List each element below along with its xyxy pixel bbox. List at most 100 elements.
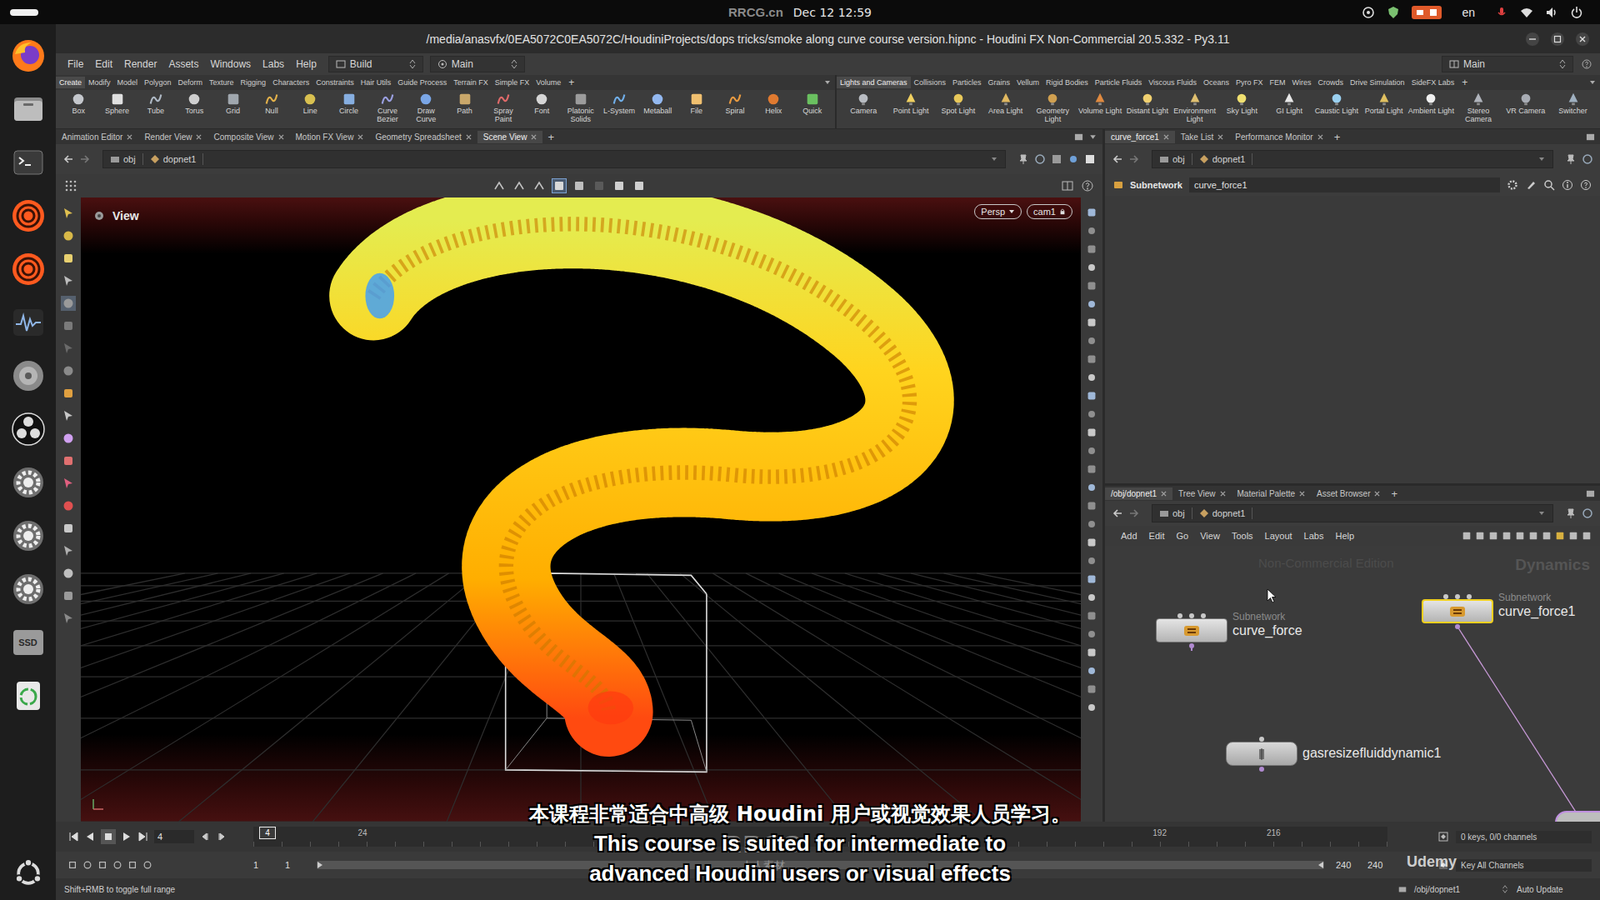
- network-menu-item[interactable]: Go: [1172, 530, 1194, 542]
- pane-tab[interactable]: Motion FX View: [290, 130, 370, 144]
- shelf-tab[interactable]: Texture: [205, 76, 238, 89]
- dropdown-icon[interactable]: [823, 78, 832, 87]
- shelf-tab[interactable]: Particle Fluids: [1091, 76, 1146, 89]
- drive-icon[interactable]: SSD: [13, 630, 44, 655]
- shelf-tool[interactable]: Caustic Light: [1313, 91, 1361, 127]
- network-menu-item[interactable]: Layout: [1260, 530, 1297, 542]
- tool-icon[interactable]: [60, 543, 76, 559]
- shelf-tool[interactable]: Spiral: [715, 91, 755, 127]
- microphone-icon[interactable]: [1495, 5, 1509, 20]
- shelf-tab[interactable]: Polygon: [140, 76, 175, 89]
- ubuntu-icon[interactable]: [11, 856, 45, 890]
- shelf-tool[interactable]: L-System: [600, 91, 639, 127]
- disk-icon[interactable]: [10, 357, 47, 395]
- dock-item[interactable]: [10, 197, 47, 235]
- display-option-icon[interactable]: [1085, 334, 1099, 348]
- close-tab-icon[interactable]: [530, 134, 537, 140]
- menu-item[interactable]: Help: [290, 56, 322, 72]
- shelf-tool[interactable]: Spray Paint: [484, 91, 523, 127]
- close-tab-icon[interactable]: [1217, 134, 1224, 140]
- pin-icon[interactable]: [1565, 507, 1577, 520]
- menu-item[interactable]: Render: [119, 56, 162, 72]
- settings-icon[interactable]: [10, 517, 47, 555]
- link-icon[interactable]: [1034, 153, 1046, 165]
- wifi-icon[interactable]: [1520, 5, 1534, 20]
- playback-start[interactable]: 1: [285, 860, 305, 870]
- shelf-tab[interactable]: Rigid Bodies: [1042, 76, 1092, 89]
- tool-icon[interactable]: [60, 453, 76, 469]
- shelf-tool[interactable]: Portal Light: [1360, 91, 1408, 127]
- shelf-tool[interactable]: Circle: [329, 91, 368, 127]
- tool-icon[interactable]: [60, 588, 76, 604]
- close-tab-icon[interactable]: [1299, 490, 1305, 497]
- pane-tab[interactable]: /obj/dopnet1: [1105, 487, 1173, 500]
- display-option-icon[interactable]: [1085, 297, 1099, 311]
- status-path[interactable]: /obj/dopnet1: [1414, 885, 1460, 895]
- help-icon[interactable]: [1080, 179, 1095, 193]
- pane-tab[interactable]: Composite View: [207, 130, 290, 144]
- menu-item[interactable]: Labs: [257, 56, 290, 72]
- snap-icon[interactable]: [612, 179, 626, 193]
- network-menu-item[interactable]: Edit: [1145, 530, 1170, 542]
- path-segment[interactable]: obj: [106, 153, 144, 165]
- tool-icon[interactable]: [60, 385, 76, 401]
- shelf-tab[interactable]: Model: [114, 76, 142, 89]
- network-tool-icon[interactable]: [1568, 530, 1579, 541]
- add-tab-button[interactable]: +: [542, 130, 560, 144]
- add-shelf-button[interactable]: +: [1457, 76, 1472, 89]
- files-icon[interactable]: [10, 90, 47, 128]
- grid-icon[interactable]: [1050, 153, 1063, 165]
- snap-icon[interactable]: [552, 179, 566, 193]
- dropdown-icon[interactable]: [1588, 78, 1597, 87]
- close-tab-icon[interactable]: [357, 134, 364, 140]
- shelf-tab[interactable]: SideFX Labs: [1408, 76, 1459, 89]
- network-node[interactable]: Subnetworkcurve_force: [1155, 610, 1303, 649]
- network-menu-item[interactable]: Add: [1116, 530, 1142, 542]
- network-tool-icon[interactable]: [1555, 530, 1565, 541]
- shelf-tool[interactable]: Environment Light: [1170, 91, 1219, 127]
- pane-menu-icon[interactable]: [1585, 489, 1595, 499]
- snap-icon[interactable]: [632, 179, 646, 193]
- display-option-icon[interactable]: [1085, 389, 1099, 403]
- path-field[interactable]: objdopnet1: [1151, 150, 1554, 169]
- step-forward-icon[interactable]: [215, 830, 228, 843]
- shelf-tab[interactable]: Drive Simulation: [1346, 76, 1409, 89]
- shelf-tab[interactable]: Rigging: [237, 76, 270, 89]
- back-icon[interactable]: [1111, 153, 1124, 165]
- display-option-icon[interactable]: [1085, 609, 1099, 623]
- add-tab-button[interactable]: +: [1385, 487, 1403, 500]
- dock-item[interactable]: [10, 357, 47, 395]
- edit-icon[interactable]: [1525, 179, 1537, 191]
- dock-item[interactable]: [10, 90, 47, 128]
- key-all-channels[interactable]: Key All Channels: [1455, 859, 1592, 872]
- shelf-tool[interactable]: Platonic Solids: [560, 91, 600, 127]
- range-handle-icon[interactable]: [316, 860, 324, 870]
- display-option-icon[interactable]: [1085, 425, 1099, 440]
- houdini-icon[interactable]: [10, 250, 47, 288]
- tool-icon[interactable]: [60, 295, 76, 311]
- close-tab-icon[interactable]: [1160, 490, 1167, 497]
- shelf-tool[interactable]: Tube: [136, 91, 175, 127]
- main-selector[interactable]: Main: [1441, 55, 1574, 73]
- back-icon[interactable]: [1111, 507, 1124, 520]
- power-icon[interactable]: [1570, 5, 1584, 20]
- dock-item[interactable]: [10, 304, 47, 341]
- dock-item[interactable]: [10, 677, 47, 715]
- timeline-option-icon[interactable]: [82, 860, 93, 870]
- pane-tab[interactable]: Animation Editor: [55, 130, 139, 144]
- network-tool-icon[interactable]: [1528, 530, 1539, 541]
- shelf-tab[interactable]: Volume: [532, 76, 565, 89]
- recording-icon[interactable]: [1411, 5, 1442, 20]
- tool-icon[interactable]: [60, 430, 76, 446]
- menu-item[interactable]: Edit: [90, 56, 118, 72]
- shelf-tool[interactable]: Sky Light: [1218, 91, 1266, 127]
- display-option-icon[interactable]: [1085, 535, 1099, 550]
- network-node[interactable]: gasresizefluiddynamic1: [1225, 733, 1441, 772]
- close-tab-icon[interactable]: [1163, 134, 1170, 140]
- layout-icon[interactable]: [1060, 179, 1075, 193]
- close-tab-icon[interactable]: [278, 134, 285, 140]
- minimize-icon[interactable]: [1525, 31, 1540, 47]
- shelf-tab[interactable]: Particles: [949, 76, 985, 89]
- grid-dots-icon[interactable]: [64, 179, 78, 193]
- tool-icon[interactable]: [60, 475, 76, 491]
